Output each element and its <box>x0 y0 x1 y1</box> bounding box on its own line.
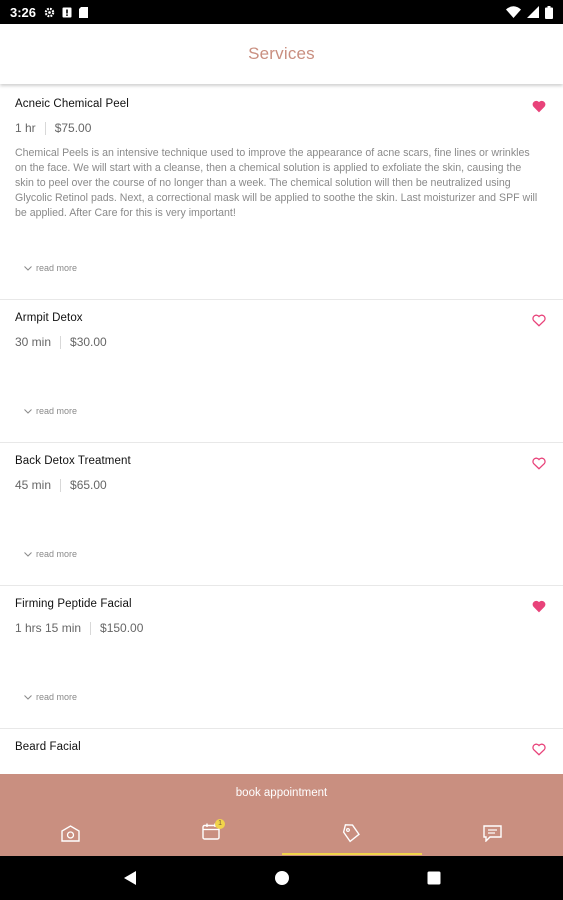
service-name: Back Detox Treatment <box>15 455 131 467</box>
divider <box>44 121 46 135</box>
tab-messages[interactable] <box>422 811 563 856</box>
page-title: Services <box>248 44 315 63</box>
read-more-link[interactable]: read more <box>24 549 77 559</box>
service-card[interactable]: Beard Facial <box>0 729 563 774</box>
battery-icon <box>545 5 553 19</box>
service-duration: 1 hrs 15 min <box>15 621 82 635</box>
service-card[interactable]: Firming Peptide Facial 1 hrs 15 min $150… <box>0 586 563 729</box>
heart-outline-icon[interactable] <box>532 743 546 756</box>
chevron-down-icon <box>24 265 32 271</box>
read-more-label: read more <box>36 692 78 702</box>
service-price: $65.00 <box>70 478 107 492</box>
status-time: 3:26 <box>10 4 37 20</box>
signal-icon <box>527 6 539 18</box>
appointments-badge: 1 <box>215 818 226 829</box>
service-price: $150.00 <box>100 621 144 635</box>
app-header: Services <box>0 24 563 84</box>
service-card[interactable]: Acneic Chemical Peel 1 hr $75.00 Chemica… <box>0 86 563 300</box>
chevron-down-icon <box>24 551 32 557</box>
service-meta: 30 min $30.00 <box>15 335 548 349</box>
messages-icon <box>483 825 502 842</box>
tab-home[interactable] <box>0 811 141 856</box>
read-more-link[interactable]: read more <box>24 692 77 702</box>
heart-filled-icon[interactable] <box>532 100 546 113</box>
divider <box>60 478 62 492</box>
recents-icon <box>427 871 440 885</box>
heart-outline-icon[interactable] <box>532 457 546 470</box>
service-name: Armpit Detox <box>15 312 83 324</box>
system-back-button[interactable] <box>54 870 206 886</box>
service-duration: 45 min <box>15 478 52 492</box>
read-more-label: read more <box>36 263 78 273</box>
service-meta: 1 hr $75.00 <box>15 121 548 135</box>
service-description: Chemical Peels is an intensive technique… <box>15 147 538 219</box>
back-icon <box>123 871 136 885</box>
read-more-link[interactable]: read more <box>24 406 77 416</box>
book-appointment-button[interactable]: book appointment <box>0 774 563 811</box>
sdcard-icon <box>79 6 89 18</box>
chevron-down-icon <box>24 408 32 414</box>
system-recents-button[interactable] <box>358 871 510 885</box>
alert-icon <box>62 7 72 17</box>
status-bar: 3:26 <box>0 0 563 24</box>
read-more-link[interactable]: read more <box>24 263 77 273</box>
divider <box>60 335 62 349</box>
service-price: $30.00 <box>70 335 107 349</box>
system-home-button[interactable] <box>206 870 358 886</box>
service-duration: 30 min <box>15 335 52 349</box>
system-nav-bar <box>0 856 563 900</box>
bottom-nav: 1 <box>0 811 563 856</box>
services-list[interactable]: Acneic Chemical Peel 1 hr $75.00 Chemica… <box>0 86 563 774</box>
tab-services[interactable] <box>281 811 423 856</box>
service-name: Acneic Chemical Peel <box>15 98 129 110</box>
service-name: Beard Facial <box>15 741 81 753</box>
read-more-label: read more <box>36 406 78 416</box>
service-duration: 1 hr <box>15 121 36 135</box>
divider <box>90 621 92 635</box>
tab-appointments[interactable]: 1 <box>141 811 282 856</box>
heart-filled-icon[interactable] <box>532 600 546 613</box>
home-icon <box>61 825 80 842</box>
service-price: $75.00 <box>54 121 92 135</box>
book-appointment-label: book appointment <box>235 786 328 799</box>
service-meta: 45 min $65.00 <box>15 478 548 492</box>
wifi-icon <box>506 6 521 18</box>
service-card[interactable]: Back Detox Treatment 45 min $65.00 read … <box>0 443 563 586</box>
heart-outline-icon[interactable] <box>532 314 546 327</box>
home-circle-icon <box>274 871 289 885</box>
services-tag-icon <box>343 824 361 843</box>
service-card[interactable]: Armpit Detox 30 min $30.00 read more <box>0 300 563 443</box>
service-meta: 1 hrs 15 min $150.00 <box>15 621 548 635</box>
service-name: Firming Peptide Facial <box>15 598 132 610</box>
settings-icon <box>44 7 55 17</box>
read-more-label: read more <box>36 549 78 559</box>
chevron-down-icon <box>24 694 32 700</box>
